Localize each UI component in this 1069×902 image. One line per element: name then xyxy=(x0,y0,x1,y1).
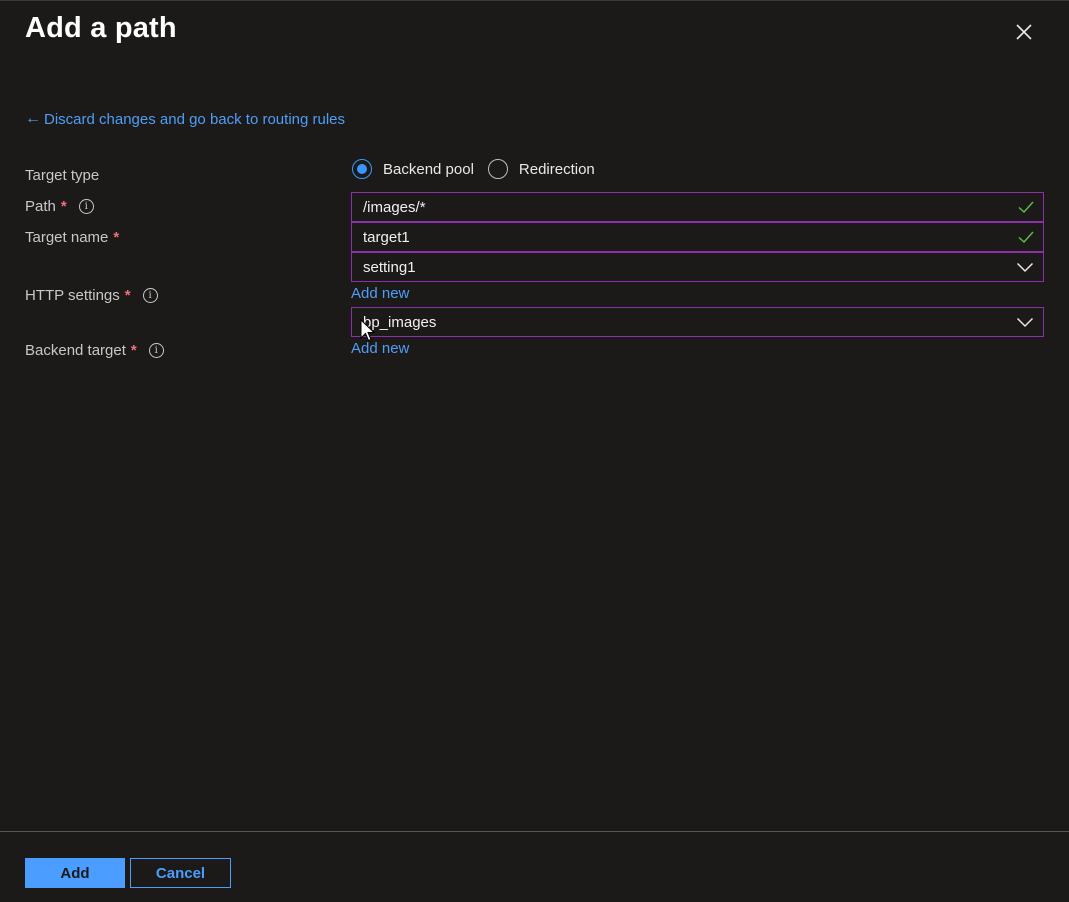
page-title: Add a path xyxy=(25,12,177,44)
radio-unchecked-icon xyxy=(487,159,508,179)
cancel-button[interactable]: Cancel xyxy=(130,858,231,888)
top-border xyxy=(0,0,1069,1)
target-name-input[interactable]: target1 xyxy=(351,222,1044,252)
backend-target-label-text: Backend target xyxy=(25,342,126,359)
radio-backend-pool[interactable]: Backend pool xyxy=(352,159,474,179)
http-settings-label: HTTP settings * i xyxy=(25,287,158,304)
discard-back-link[interactable]: ← Discard changes and go back to routing… xyxy=(25,110,345,128)
path-label-text: Path xyxy=(25,198,56,215)
info-icon[interactable]: i xyxy=(78,199,94,214)
mouse-cursor-icon xyxy=(360,319,376,342)
valid-check-icon xyxy=(1018,231,1034,244)
required-marker: * xyxy=(60,198,67,215)
target-type-label: Target type xyxy=(25,167,99,184)
valid-check-icon xyxy=(1018,201,1034,214)
required-marker: * xyxy=(113,229,120,246)
target-type-radio-group: Backend pool Redirection xyxy=(352,159,609,179)
radio-redirection-label: Redirection xyxy=(518,160,595,178)
path-input[interactable]: /images/* xyxy=(351,192,1044,222)
http-settings-label-text: HTTP settings xyxy=(25,287,120,304)
add-button[interactable]: Add xyxy=(25,858,125,888)
target-name-input-value: target1 xyxy=(363,228,410,246)
footer-divider xyxy=(0,831,1069,832)
add-path-panel: Add a path ← Discard changes and go back… xyxy=(0,0,1069,902)
back-link-label: Discard changes and go back to routing r… xyxy=(44,110,346,128)
radio-redirection[interactable]: Redirection xyxy=(487,159,595,179)
radio-backend-pool-label: Backend pool xyxy=(383,160,474,178)
radio-checked-icon xyxy=(352,159,372,179)
chevron-down-icon xyxy=(1016,262,1034,273)
http-settings-dropdown[interactable]: setting1 xyxy=(351,252,1044,282)
target-name-label: Target name * xyxy=(25,229,119,246)
path-label: Path * i xyxy=(25,198,94,215)
close-icon xyxy=(1016,24,1032,40)
http-settings-value: setting1 xyxy=(363,258,416,276)
info-icon[interactable]: i xyxy=(148,343,164,358)
path-input-value: /images/* xyxy=(363,198,426,216)
close-button[interactable] xyxy=(1010,18,1038,46)
required-marker: * xyxy=(130,342,137,359)
backend-target-label: Backend target * i xyxy=(25,342,164,359)
required-marker: * xyxy=(124,287,131,304)
chevron-down-icon xyxy=(1016,317,1034,328)
backend-target-dropdown[interactable]: bp_images xyxy=(351,307,1044,337)
target-type-label-text: Target type xyxy=(25,167,100,184)
http-settings-add-new-link[interactable]: Add new xyxy=(351,285,409,302)
back-arrow-icon: ← xyxy=(25,110,41,127)
target-name-label-text: Target name xyxy=(25,229,109,246)
backend-target-value: bp_images xyxy=(363,313,437,331)
info-icon[interactable]: i xyxy=(142,288,158,303)
